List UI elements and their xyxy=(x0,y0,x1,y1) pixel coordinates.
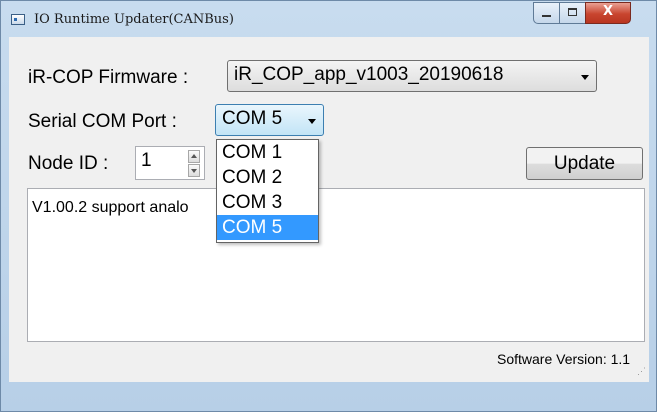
node-id-value: 1 xyxy=(141,150,152,171)
com-port-select-value: COM 5 xyxy=(222,108,283,129)
firmware-select[interactable]: iR_COP_app_v1003_20190618 xyxy=(227,60,597,92)
log-text: V1.00.2 support analo xyxy=(32,199,189,216)
chevron-down-icon[interactable] xyxy=(308,119,316,124)
window-title: IO Runtime Updater(CANBus) xyxy=(34,12,234,27)
software-version: Software Version: 1.1 xyxy=(497,351,631,367)
maximize-icon xyxy=(568,8,577,16)
update-button[interactable]: Update xyxy=(526,147,643,180)
spin-up-icon[interactable] xyxy=(188,150,200,163)
firmware-select-value: iR_COP_app_v1003_20190618 xyxy=(234,64,504,85)
com-port-label: Serial COM Port : xyxy=(28,111,177,132)
com-port-option[interactable]: COM 3 xyxy=(217,190,318,215)
com-port-select[interactable]: COM 5 xyxy=(215,104,324,136)
com-port-option[interactable]: COM 2 xyxy=(217,165,318,190)
log-textarea[interactable]: V1.00.2 support analo xyxy=(27,188,645,342)
title-bar[interactable]: IO Runtime Updater(CANBus) X xyxy=(1,1,656,37)
minimize-button[interactable] xyxy=(533,2,560,24)
com-port-option-selected[interactable]: COM 5 xyxy=(217,215,318,240)
close-button[interactable]: X xyxy=(585,2,631,24)
node-id-label: Node ID : xyxy=(28,153,109,174)
firmware-label: iR-COP Firmware : xyxy=(28,67,189,88)
com-port-dropdown-list: COM 1 COM 2 COM 3 COM 5 xyxy=(216,139,319,243)
spin-down-icon[interactable] xyxy=(188,164,200,177)
resize-grip-icon[interactable]: ⋰ xyxy=(637,366,646,377)
chevron-down-icon[interactable] xyxy=(581,75,589,80)
com-port-option[interactable]: COM 1 xyxy=(217,140,318,165)
minimize-icon xyxy=(542,15,551,17)
node-id-input[interactable]: 1 xyxy=(135,146,205,180)
app-icon[interactable] xyxy=(11,14,25,25)
maximize-button[interactable] xyxy=(559,2,586,24)
close-icon: X xyxy=(602,4,614,19)
